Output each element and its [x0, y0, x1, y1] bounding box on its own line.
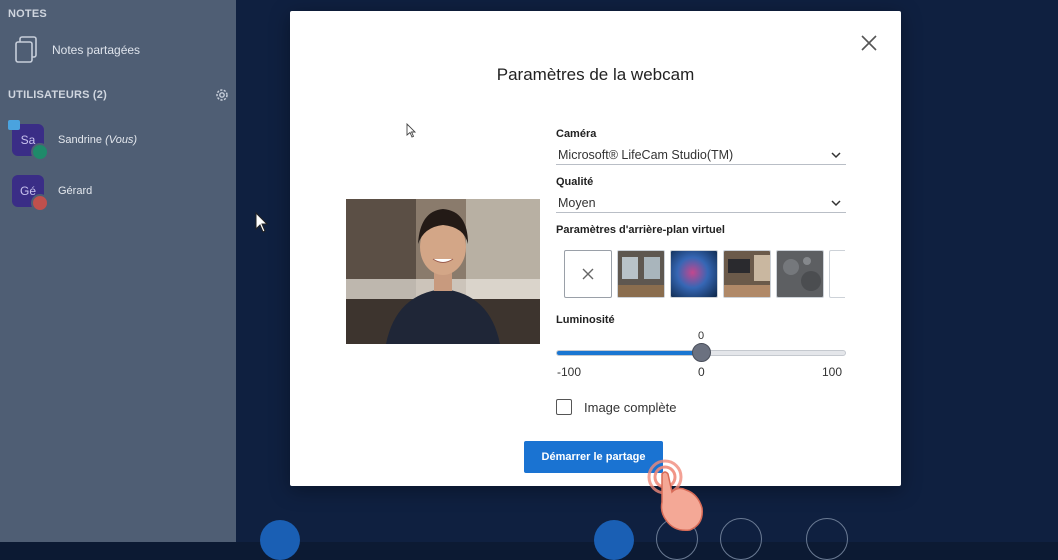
- brightness-min-label: -100: [557, 365, 582, 379]
- document-icon: [15, 36, 37, 63]
- shared-notes-item[interactable]: Notes partagées: [14, 36, 140, 64]
- user-item-sandrine[interactable]: Sa Sandrine (Vous): [8, 120, 138, 161]
- bg-option-office-room[interactable]: [617, 250, 665, 298]
- bottom-control[interactable]: [720, 518, 762, 560]
- quality-value: Moyen: [558, 195, 596, 210]
- notes-header: NOTES: [8, 8, 47, 20]
- modal-title: Paramètres de la webcam: [496, 65, 695, 84]
- webcam-preview-image: [346, 199, 540, 344]
- camera-value: Microsoft® LifeCam Studio(TM): [558, 147, 734, 162]
- start-sharing-button[interactable]: Démarrer le partage: [524, 441, 663, 473]
- user-item-gerard[interactable]: Gé Gérard: [12, 175, 93, 212]
- close-icon[interactable]: [859, 33, 879, 53]
- bg-option-living-room[interactable]: [723, 250, 771, 298]
- camera-label: Caméra: [556, 128, 597, 140]
- bg-option-none[interactable]: [564, 250, 612, 298]
- virtual-bg-label: Paramètres d'arrière-plan virtuel: [556, 224, 725, 236]
- status-badge: [31, 194, 49, 212]
- presenter-icon: [8, 120, 20, 130]
- mouse-cursor-icon: [255, 212, 269, 233]
- tap-hand-icon: [647, 459, 703, 532]
- webcam-preview: [346, 199, 540, 344]
- brightness-mid-label: 0: [698, 365, 705, 379]
- brightness-max-label: 100: [822, 365, 843, 379]
- brightness-label: Luminosité: [556, 314, 615, 326]
- status-badge: [31, 143, 49, 161]
- shared-notes-label: Notes partagées: [52, 43, 141, 57]
- fullscreen-option[interactable]: Image complète: [556, 399, 677, 415]
- none-icon: [582, 268, 594, 280]
- quality-select[interactable]: Moyen: [556, 193, 846, 213]
- user-name: Sandrine (Vous): [58, 134, 138, 146]
- webcam-settings-modal: Paramètres de la webcam Caméra Microsoft…: [290, 11, 901, 486]
- pointer-icon: [406, 123, 417, 138]
- users-header: UTILISATEURS (2): [8, 89, 107, 101]
- fullscreen-checkbox[interactable]: [556, 399, 572, 415]
- avatar: Gé: [12, 175, 49, 212]
- chevron-down-icon: [831, 151, 841, 158]
- chevron-down-icon: [831, 199, 841, 206]
- brightness-slider-thumb[interactable]: [691, 343, 711, 362]
- bg-option-white[interactable]: [829, 250, 845, 298]
- bottom-control[interactable]: [806, 518, 848, 560]
- user-name: Gérard: [58, 185, 93, 197]
- bottom-control[interactable]: [594, 520, 634, 560]
- virtual-bg-options: [564, 250, 845, 299]
- sidebar: NOTES Notes partagées UTILISATEURS (2) S…: [0, 0, 236, 542]
- bg-option-blue-abstract[interactable]: [670, 250, 718, 298]
- brightness-value: 0: [697, 330, 705, 342]
- quality-label: Qualité: [556, 176, 594, 188]
- avatar: Sa: [8, 120, 49, 161]
- camera-select[interactable]: Microsoft® LifeCam Studio(TM): [556, 145, 846, 165]
- bg-option-grey-texture[interactable]: [776, 250, 824, 298]
- gear-icon[interactable]: [214, 87, 230, 103]
- bottom-control[interactable]: [260, 520, 300, 560]
- brightness-slider-fill: [557, 351, 701, 355]
- fullscreen-label: Image complète: [584, 399, 677, 415]
